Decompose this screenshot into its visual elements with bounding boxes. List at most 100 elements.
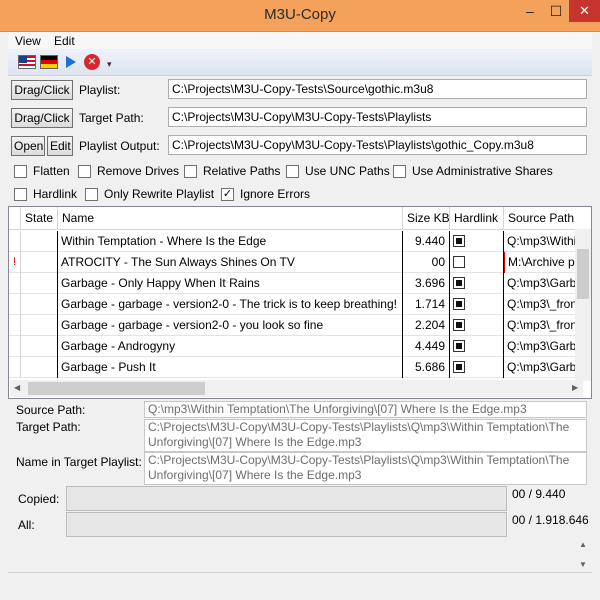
cell-state[interactable] xyxy=(21,231,58,252)
grid-vertical-scroll-thumb[interactable] xyxy=(577,249,589,299)
source-path-field[interactable]: Q:\mp3\Within Temptation\The Unforgiving… xyxy=(144,401,587,418)
hardlink-checkbox-cell[interactable] xyxy=(453,256,465,268)
cell-state[interactable] xyxy=(21,336,58,357)
cell-size[interactable]: 2.204 xyxy=(403,315,450,336)
cell-state[interactable] xyxy=(21,315,58,336)
playlist-output-input[interactable]: C:\Projects\M3U-Copy\M3U-Copy-Tests\Play… xyxy=(168,135,587,155)
hardlink-checkbox-cell[interactable] xyxy=(453,361,465,373)
relative-paths-label: Relative Paths xyxy=(203,164,281,178)
playlist-input[interactable]: C:\Projects\M3U-Copy-Tests\Source\gothic… xyxy=(168,79,587,99)
target-path-line-2: Unforgiving\[07] Where Is the Edge.mp3 xyxy=(148,435,362,449)
cell-name[interactable]: Garbage - Only Happy When It Rains xyxy=(58,273,403,294)
grid-horizontal-scrollbar[interactable]: ◀ ▶ xyxy=(10,380,583,397)
cell-hardlink[interactable] xyxy=(450,357,504,378)
cell-size[interactable]: 3.696 xyxy=(403,273,450,294)
cell-name[interactable]: Garbage - garbage - version2-0 - The tri… xyxy=(58,294,403,315)
table-row[interactable]: Garbage - garbage - version2-0 - The tri… xyxy=(9,294,591,315)
cell-name[interactable]: Garbage - Androgyny xyxy=(58,336,403,357)
column-header-source-path[interactable]: Source Path xyxy=(504,207,591,230)
table-row[interactable]: Garbage - Androgyny 4.449 Q:\mp3\Garb xyxy=(9,336,591,357)
menu-edit[interactable]: Edit xyxy=(54,34,75,48)
maximize-button[interactable]: ☐ xyxy=(543,0,569,22)
target-drag-click-button[interactable]: Drag/Click xyxy=(11,108,73,128)
stop-icon[interactable]: ✕ xyxy=(84,54,100,70)
remove-drives-checkbox[interactable] xyxy=(78,165,91,178)
window-vertical-scrollbar[interactable]: ▲ ▼ xyxy=(575,538,591,572)
cell-hardlink[interactable] xyxy=(450,336,504,357)
hardlink-checkbox-cell[interactable] xyxy=(453,235,465,247)
playlist-grid[interactable]: State Name Size KB Hardlink Source Path … xyxy=(8,206,592,399)
cell-name[interactable]: ATROCITY - The Sun Always Shines On TV xyxy=(58,252,403,273)
hardlink-label: Hardlink xyxy=(33,187,78,201)
name-in-playlist-field[interactable]: C:\Projects\M3U-Copy\M3U-Copy-Tests\Play… xyxy=(144,452,587,485)
overflow-icon[interactable]: ▾ xyxy=(107,59,112,70)
table-row[interactable]: Garbage - garbage - version2-0 - you loo… xyxy=(9,315,591,336)
cell-size[interactable]: 4.449 xyxy=(403,336,450,357)
grid-vertical-scrollbar[interactable] xyxy=(575,229,591,381)
cell-hardlink[interactable] xyxy=(450,294,504,315)
table-row[interactable]: Within Temptation - Where Is the Edge 9.4… xyxy=(9,231,591,252)
cell-name[interactable]: Garbage - Push It xyxy=(58,357,403,378)
hardlink-checkbox-cell[interactable] xyxy=(453,298,465,310)
minimize-button[interactable]: – xyxy=(517,0,543,22)
cell-state[interactable] xyxy=(21,294,58,315)
cell-state[interactable] xyxy=(21,273,58,294)
cell-name[interactable]: Within Temptation - Where Is the Edge xyxy=(58,231,403,252)
hardlink-checkbox-cell[interactable] xyxy=(453,319,465,331)
row-error-marker xyxy=(9,315,21,336)
row-error-marker xyxy=(9,273,21,294)
only-rewrite-playlist-checkbox[interactable] xyxy=(85,188,98,201)
scroll-right-icon[interactable]: ▶ xyxy=(572,383,578,392)
target-path-input[interactable]: C:\Projects\M3U-Copy\M3U-Copy-Tests\Play… xyxy=(168,107,587,127)
table-row[interactable]: Garbage - Push It 5.686 Q:\mp3\Garb xyxy=(9,357,591,378)
cell-size[interactable]: 9.440 xyxy=(403,231,450,252)
cell-size[interactable]: 00 xyxy=(403,252,450,273)
us-flag-icon[interactable] xyxy=(18,55,36,69)
hardlink-checkbox-cell[interactable] xyxy=(453,340,465,352)
playlist-label: Playlist: xyxy=(79,83,121,97)
grid-header-corner xyxy=(9,207,21,230)
menu-view[interactable]: View xyxy=(15,34,41,48)
copied-progress-bar xyxy=(66,486,507,511)
column-header-hardlink[interactable]: Hardlink xyxy=(450,207,504,230)
use-admin-shares-checkbox[interactable] xyxy=(393,165,406,178)
column-header-state[interactable]: State xyxy=(21,207,58,230)
use-unc-paths-checkbox[interactable] xyxy=(286,165,299,178)
flatten-checkbox[interactable] xyxy=(14,165,27,178)
cell-size[interactable]: 5.686 xyxy=(403,357,450,378)
open-button[interactable]: Open xyxy=(11,136,45,156)
cell-hardlink[interactable] xyxy=(450,252,504,273)
cell-hardlink[interactable] xyxy=(450,273,504,294)
target-path-field[interactable]: C:\Projects\M3U-Copy\M3U-Copy-Tests\Play… xyxy=(144,419,587,452)
hardlink-checkbox[interactable] xyxy=(14,188,27,201)
german-flag-icon[interactable] xyxy=(40,55,58,69)
column-header-name[interactable]: Name xyxy=(58,207,403,230)
playlist-drag-click-button[interactable]: Drag/Click xyxy=(11,80,73,100)
cell-state[interactable] xyxy=(21,252,58,273)
cell-hardlink[interactable] xyxy=(450,231,504,252)
scroll-down-icon[interactable]: ▼ xyxy=(579,560,587,569)
table-row[interactable]: ! ATROCITY - The Sun Always Shines On TV 0… xyxy=(9,252,591,273)
status-bar xyxy=(8,572,592,592)
row-error-marker xyxy=(9,231,21,252)
cell-size[interactable]: 1.714 xyxy=(403,294,450,315)
cell-hardlink[interactable] xyxy=(450,315,504,336)
column-header-size[interactable]: Size KB xyxy=(403,207,450,230)
copied-status: 00 / 9.440 xyxy=(512,487,566,501)
cell-state[interactable] xyxy=(21,357,58,378)
scroll-left-icon[interactable]: ◀ xyxy=(14,383,20,392)
playlist-output-label: Playlist Output: xyxy=(79,139,160,153)
hardlink-checkbox-cell[interactable] xyxy=(453,277,465,289)
table-row[interactable]: Garbage - Only Happy When It Rains 3.696 Q… xyxy=(9,273,591,294)
relative-paths-checkbox[interactable] xyxy=(184,165,197,178)
cell-name[interactable]: Garbage - garbage - version2-0 - you loo… xyxy=(58,315,403,336)
close-button[interactable]: ✕ xyxy=(569,0,600,22)
row-error-marker xyxy=(9,294,21,315)
ignore-errors-checkbox[interactable]: ✓ xyxy=(221,188,234,201)
ignore-errors-label: Ignore Errors xyxy=(240,187,311,201)
play-icon[interactable] xyxy=(66,56,76,68)
grid-horizontal-scroll-thumb[interactable] xyxy=(28,382,205,395)
flatten-label: Flatten xyxy=(33,164,70,178)
scroll-up-icon[interactable]: ▲ xyxy=(579,540,587,549)
edit-button[interactable]: Edit xyxy=(47,136,73,156)
